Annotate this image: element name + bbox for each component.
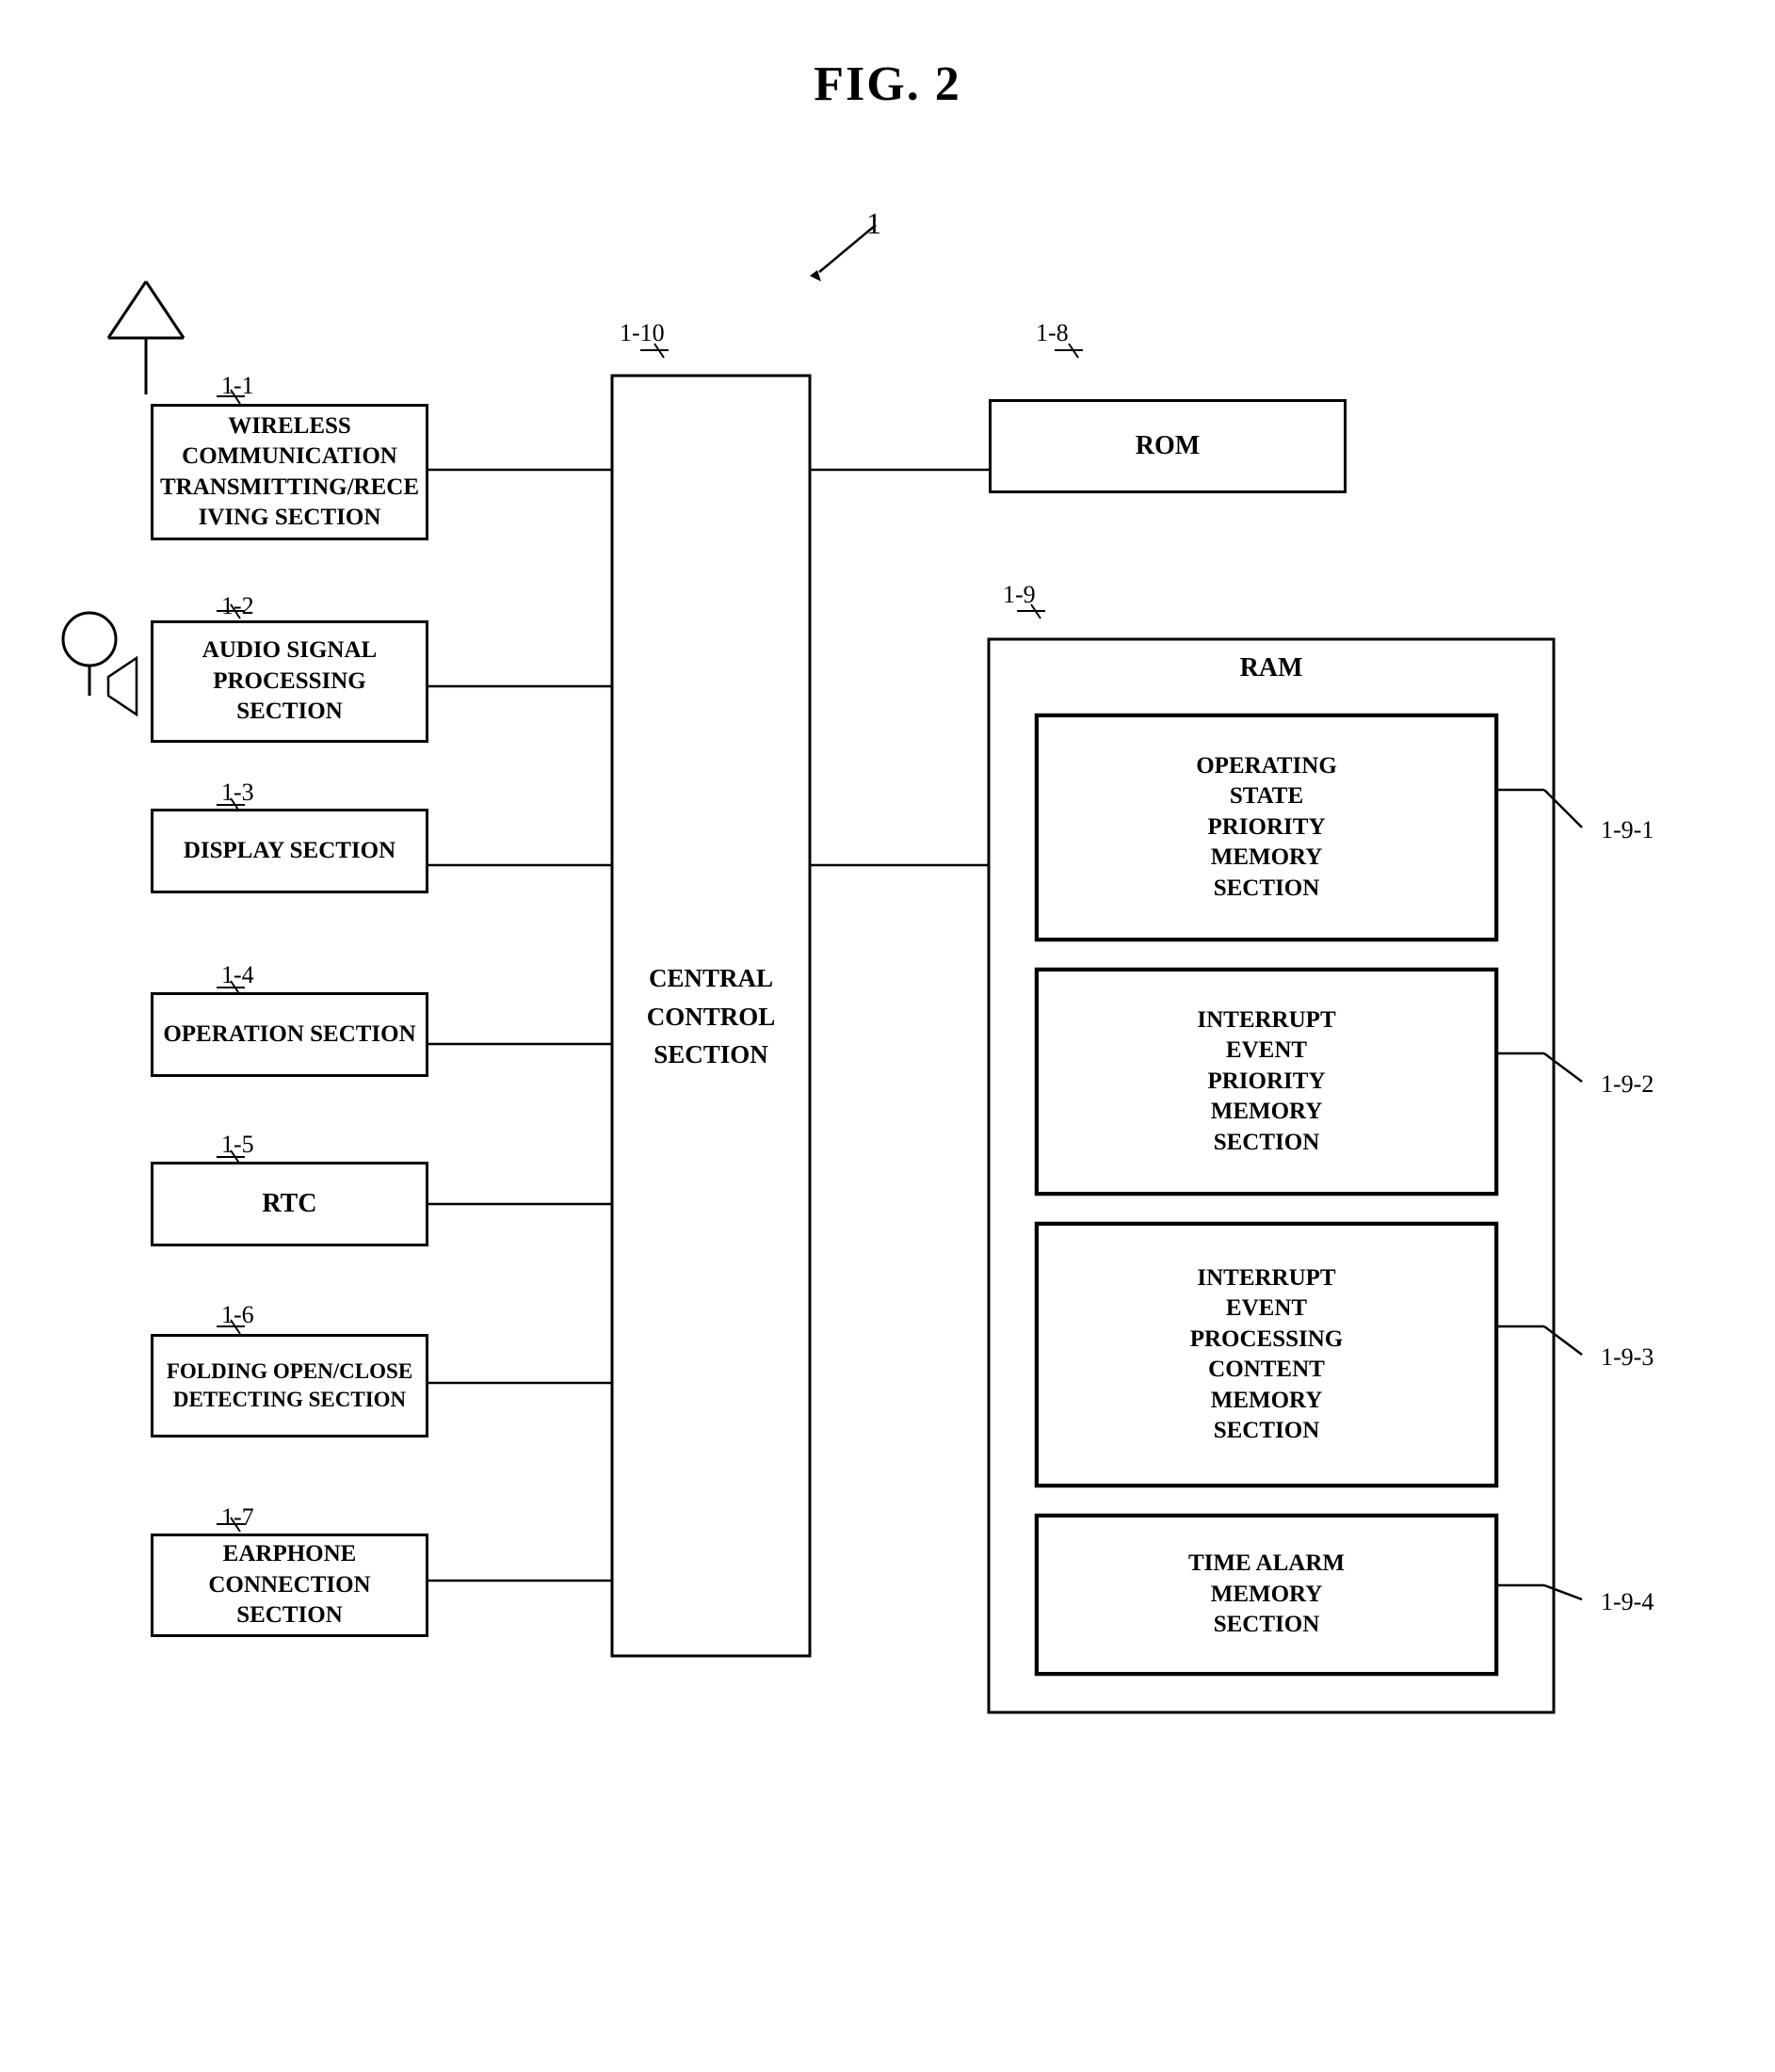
- central-text: CENTRALCONTROLSECTION: [617, 959, 805, 1074]
- page-title: FIG. 2: [0, 0, 1775, 112]
- wireless-box: WIRELESSCOMMUNICATIONTRANSMITTING/RECEIV…: [151, 404, 428, 540]
- display-label: 1-3: [221, 779, 254, 807]
- s3-label: 1-9-3: [1601, 1343, 1654, 1372]
- operation-box: OPERATION SECTION: [151, 992, 428, 1077]
- audio-box: AUDIO SIGNALPROCESSINGSECTION: [151, 620, 428, 743]
- folding-label: 1-6: [221, 1301, 254, 1329]
- rtc-label: 1-5: [221, 1131, 254, 1159]
- earphone-label: 1-7: [221, 1503, 254, 1532]
- display-box: DISPLAY SECTION: [151, 809, 428, 893]
- s2-label: 1-9-2: [1601, 1070, 1654, 1099]
- s2-box: INTERRUPTEVENTPRIORITYMEMORYSECTION: [1036, 969, 1497, 1195]
- rom-label-ref: 1-8: [1036, 319, 1069, 347]
- s1-label: 1-9-1: [1601, 816, 1654, 844]
- diagram-label: 1: [866, 206, 881, 241]
- ram-title: RAM: [989, 653, 1554, 683]
- s1-box: OPERATINGSTATEPRIORITYMEMORYSECTION: [1036, 715, 1497, 940]
- s4-label: 1-9-4: [1601, 1588, 1654, 1616]
- audio-label: 1-2: [221, 592, 254, 620]
- s3-box: INTERRUPTEVENTPROCESSINGCONTENTMEMORYSEC…: [1036, 1223, 1497, 1486]
- operation-label: 1-4: [221, 961, 254, 989]
- rtc-box: RTC: [151, 1162, 428, 1246]
- wireless-label: 1-1: [221, 372, 254, 400]
- central-label-ref: 1-10: [620, 319, 665, 347]
- folding-box: FOLDING OPEN/CLOSEDETECTING SECTION: [151, 1334, 428, 1438]
- s4-box: TIME ALARMMEMORYSECTION: [1036, 1515, 1497, 1675]
- rom-box: ROM: [989, 399, 1347, 493]
- earphone-box: EARPHONECONNECTION SECTION: [151, 1534, 428, 1637]
- ram-label-ref: 1-9: [1003, 581, 1036, 609]
